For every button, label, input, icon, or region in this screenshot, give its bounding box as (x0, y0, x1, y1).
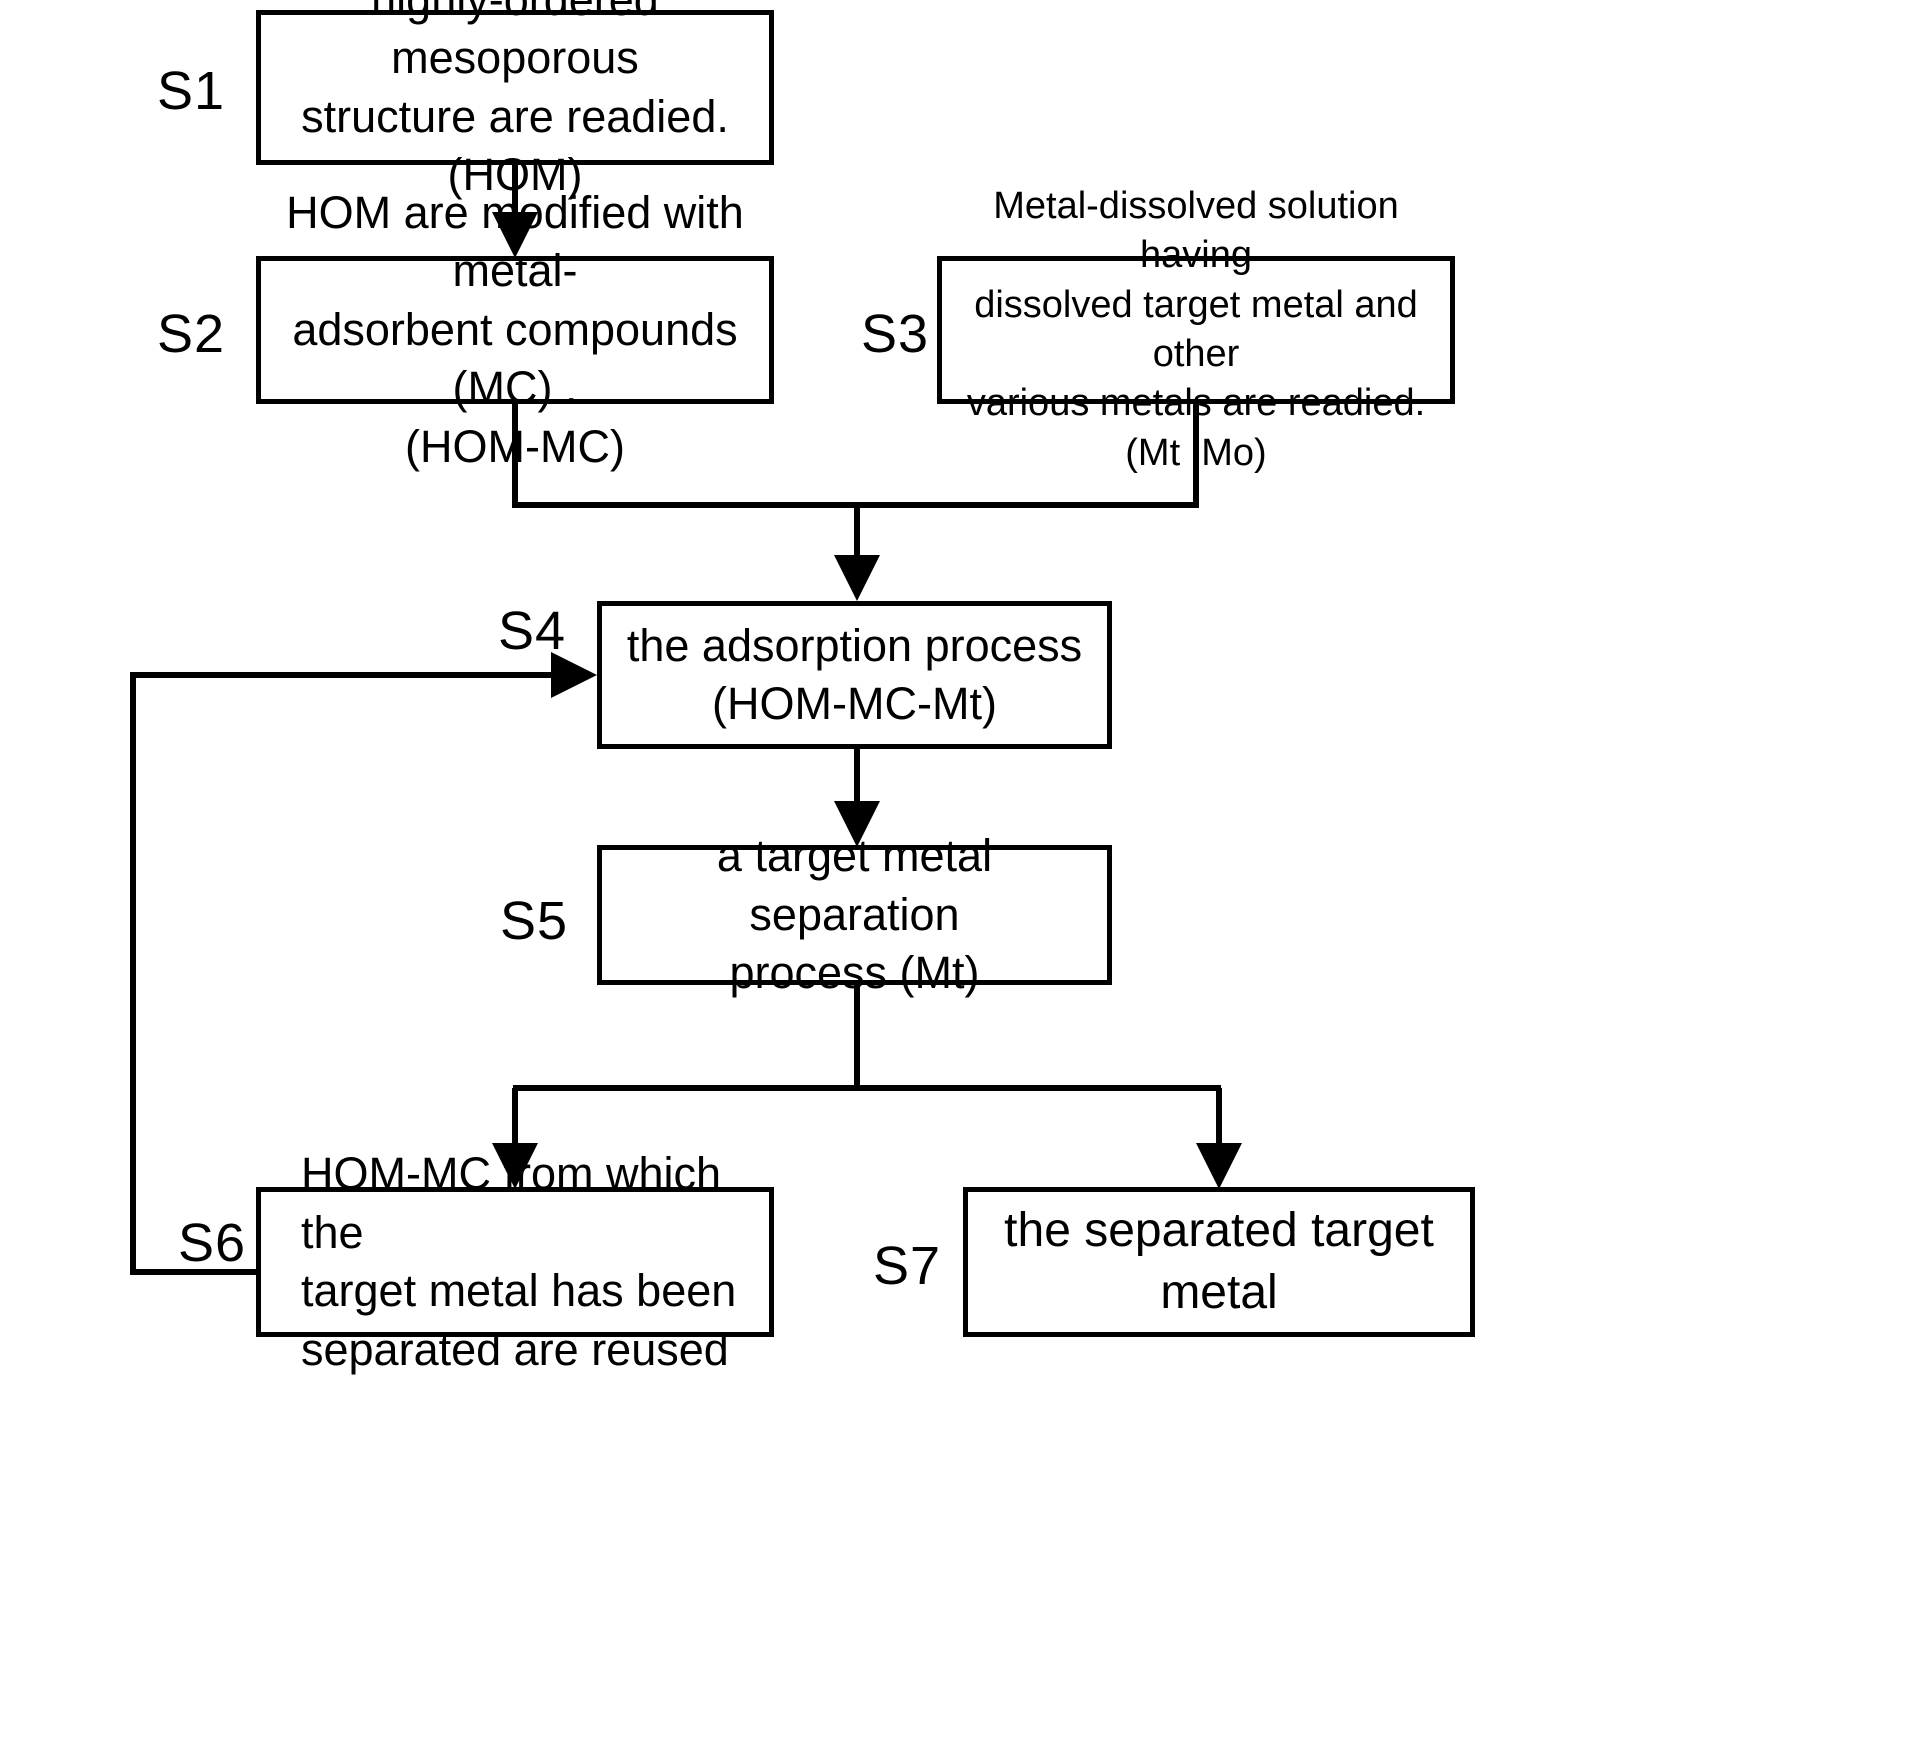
step-box-s7[interactable]: the separated target metal (963, 1187, 1475, 1337)
step-box-s1[interactable]: highly-ordered mesoporous structure are … (256, 0, 774, 200)
step-box-s3[interactable]: Metal-dissolved solution having dissolve… (937, 185, 1455, 474)
step-box-s4[interactable]: the adsorption process (HOM-MC-Mt) (597, 601, 1112, 749)
flowchart-canvas: S1 highly-ordered mesoporous structure a… (0, 0, 1925, 1738)
step-label-s6: S6 (178, 1213, 247, 1273)
step-label-s5: S5 (500, 891, 569, 951)
step-label-s7: S7 (873, 1236, 942, 1296)
step-label-s4: S4 (498, 601, 567, 661)
arrowhead-merge-to-s4 (834, 555, 880, 601)
step-label-s3: S3 (861, 304, 930, 364)
step-box-s6[interactable]: HOM-MC from which the target metal has b… (256, 1148, 774, 1375)
step-label-s1: S1 (157, 61, 226, 121)
step-label-s2: S2 (157, 304, 226, 364)
arrowhead-split-right-to-s7 (1196, 1143, 1242, 1189)
step-box-s5[interactable]: a target metal separation process (Mt) (597, 830, 1112, 998)
step-box-s2[interactable]: HOM are modified with metal- adsorbent c… (256, 187, 774, 472)
